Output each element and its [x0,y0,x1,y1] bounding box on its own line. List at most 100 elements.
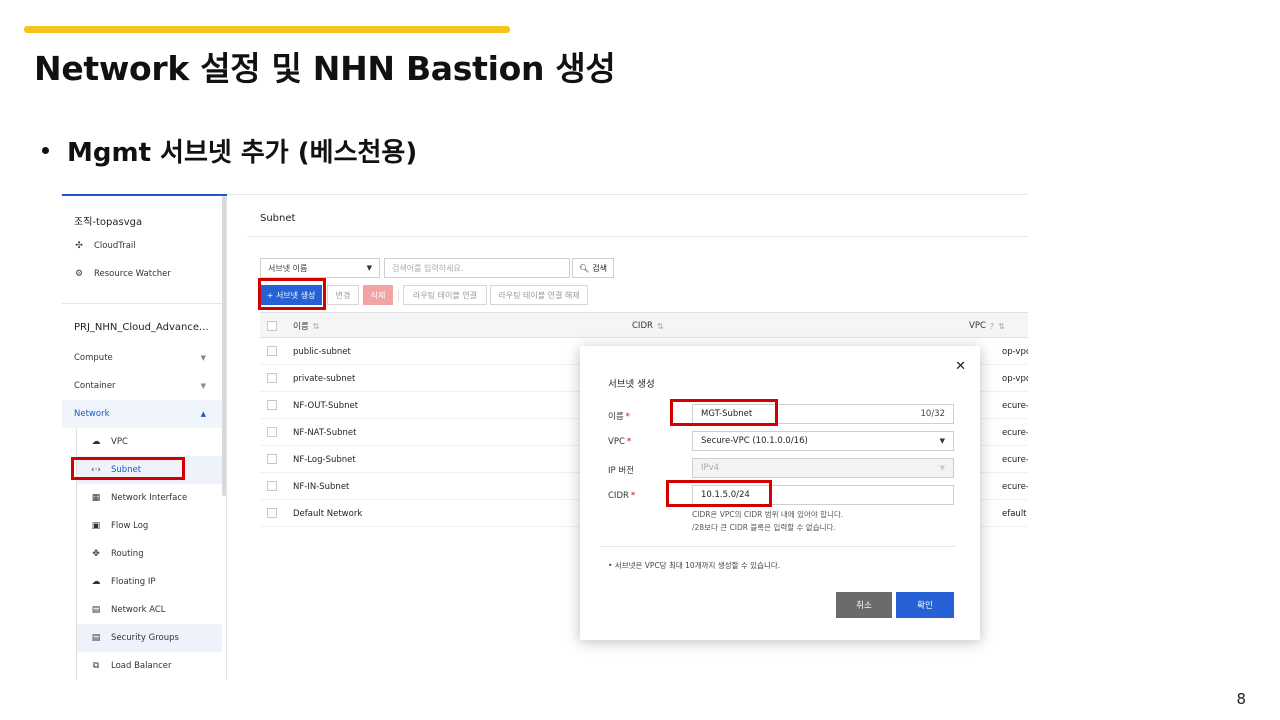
select-all-checkbox[interactable] [267,313,277,339]
sidebar-group-label: Compute [74,353,113,363]
column-header-label: CIDR [632,321,653,331]
checkbox[interactable] [267,321,277,331]
sort-icon[interactable]: ⇅ [313,322,320,331]
confirm-button[interactable]: 확인 [896,592,954,618]
sidebar-item-routing[interactable]: ✥ Routing [76,540,222,568]
sidebar-item-network-interface[interactable]: ▦ Network Interface [76,484,222,512]
sidebar-scrollbar[interactable] [222,196,226,496]
required-mark: * [625,412,630,422]
sidebar: 조직-topasvga ✣ CloudTrail ⚙ Resource Watc… [62,196,227,680]
cell-name: public-subnet [293,346,351,357]
create-subnet-dialog: ✕ 서브넷 생성 이름 * MGT-Subnet 10/32 VPC * Secur… [580,346,980,640]
column-name[interactable]: 이름 ⇅ [293,313,319,339]
row-checkbox[interactable] [267,427,277,437]
sidebar-item-security-groups[interactable]: ▤ Security Groups [76,624,222,652]
sidebar-group-label: Container [74,381,116,391]
row-checkbox[interactable] [267,454,277,464]
cancel-button[interactable]: 취소 [836,592,892,618]
accent-bar [24,26,510,33]
ip-version-select: IPv4 ▼ [692,458,954,478]
ip-version-value: IPv4 [701,463,720,473]
row-checkbox[interactable] [267,481,277,491]
help-line: /28보다 큰 CIDR 블록은 입력할 수 없습니다. [692,523,836,532]
sidebar-link-cloudtrail[interactable]: ✣ CloudTrail [74,241,135,251]
floating-ip-icon: ☁ [91,577,101,587]
sidebar-group-network[interactable]: Network ▲ [62,400,222,428]
sidebar-item-network-acl[interactable]: ▤ Network ACL [76,596,222,624]
search-icon: 🔍︎ [579,263,590,273]
toolbar-separator [398,290,399,301]
security-groups-icon: ▤ [91,633,101,643]
bullet-dot-icon [42,147,49,154]
row-checkbox[interactable] [267,508,277,518]
sort-icon[interactable]: ⇅ [657,322,664,331]
search-button[interactable]: 🔍︎ 검색 [572,258,614,278]
vpc-label: VPC * [608,437,631,447]
delete-button[interactable]: 삭제 [363,285,393,305]
sidebar-item-flow-log[interactable]: ▣ Flow Log [76,512,222,540]
load-balancer-icon: ⧉ [92,661,100,671]
caret-down-icon: ▼ [939,464,945,472]
route-table-disconnect-button[interactable]: 라우팅 테이블 연결 해제 [490,285,588,305]
sidebar-link-resource-watcher[interactable]: ⚙ Resource Watcher [74,269,171,279]
top-divider [227,194,1028,195]
sidebar-group-container[interactable]: Container ▼ [62,372,222,400]
cloud-icon: ☁ [91,437,101,447]
required-mark: * [630,491,636,501]
caret-down-icon: ▼ [366,264,372,272]
sidebar-item-floating-ip[interactable]: ☁ Floating IP [76,568,222,596]
sidebar-item-label: Load Balancer [111,661,172,671]
route-table-connect-button[interactable]: 라우팅 테이블 연결 [403,285,487,305]
highlight-cidr-field [666,480,772,507]
sidebar-item-label: Floating IP [111,577,156,587]
search-field-select[interactable]: 서브넷 이름 ▼ [260,258,380,278]
chevron-down-icon: ▼ [200,382,206,390]
dialog-divider [600,546,956,547]
sidebar-item-label: Routing [111,549,144,559]
chevron-down-icon: ▼ [200,354,206,362]
sidebar-group-compute[interactable]: Compute ▼ [62,344,222,372]
required-mark: * [626,437,632,447]
name-label: 이름 * [608,410,630,422]
subnet-limit-note: • 서브넷은 VPC당 최대 10개까지 생성할 수 있습니다. [608,561,781,570]
column-cidr[interactable]: CIDR ⇅ [632,313,664,339]
highlight-create-button [258,278,326,310]
project-name[interactable]: PRJ_NHN_Cloud_Advance... [74,322,209,333]
close-icon[interactable]: ✕ [955,359,966,374]
label-text: CIDR [608,491,629,501]
console-screenshot: 조직-topasvga ✣ CloudTrail ⚙ Resource Watc… [62,194,1028,680]
column-header-label: VPC [969,321,986,331]
chevron-up-icon: ▲ [200,410,206,418]
search-input[interactable]: 검색어를 입력하세요. [384,258,570,278]
cell-name: Default Network [293,508,363,519]
bullet-text: Mgmt 서브넷 추가 (베스천용) [67,138,418,168]
change-button[interactable]: 변경 [327,285,359,305]
row-checkbox[interactable] [267,346,277,356]
resource-watcher-icon: ⚙ [74,269,84,279]
routing-icon: ✥ [92,549,100,559]
vpc-select[interactable]: Secure-VPC (10.1.0.0/16) ▼ [692,431,954,451]
cell-vpc: op-vpc (10.0 [1002,346,1028,357]
cell-name: NF-OUT-Subnet [293,400,359,411]
sidebar-item-label: Flow Log [111,521,149,531]
help-line: CIDR은 VPC의 CIDR 범위 내에 있어야 합니다. [692,510,844,519]
page-title: Subnet [260,213,296,224]
sidebar-item-vpc[interactable]: ☁ VPC [76,428,222,456]
ip-version-label: IP 버전 [608,466,634,476]
help-icon[interactable]: ? [990,322,994,331]
column-header-label: 이름 [293,322,309,332]
sidebar-item-label: VPC [111,437,128,447]
cidr-help-text: CIDR은 VPC의 CIDR 범위 내에 있어야 합니다. /28보다 큰 C… [692,508,843,534]
cell-vpc: ecure-VPC (1( [1002,427,1028,438]
row-checkbox[interactable] [267,373,277,383]
cell-vpc: op-vpc (10.0 [1002,373,1028,384]
org-name[interactable]: 조직-topasvga [74,213,142,228]
network-acl-icon: ▤ [91,605,101,615]
row-checkbox[interactable] [267,400,277,410]
sidebar-item-load-balancer[interactable]: ⧉ Load Balancer [76,652,222,680]
slide-title: Network 설정 및 NHN Bastion 생성 [34,49,616,88]
vpc-select-value: Secure-VPC (10.1.0.0/16) [701,436,808,446]
column-vpc[interactable]: VPC ? ⇅ [969,313,1005,339]
sort-icon[interactable]: ⇅ [998,322,1005,331]
sidebar-item-label: Network ACL [111,605,166,615]
